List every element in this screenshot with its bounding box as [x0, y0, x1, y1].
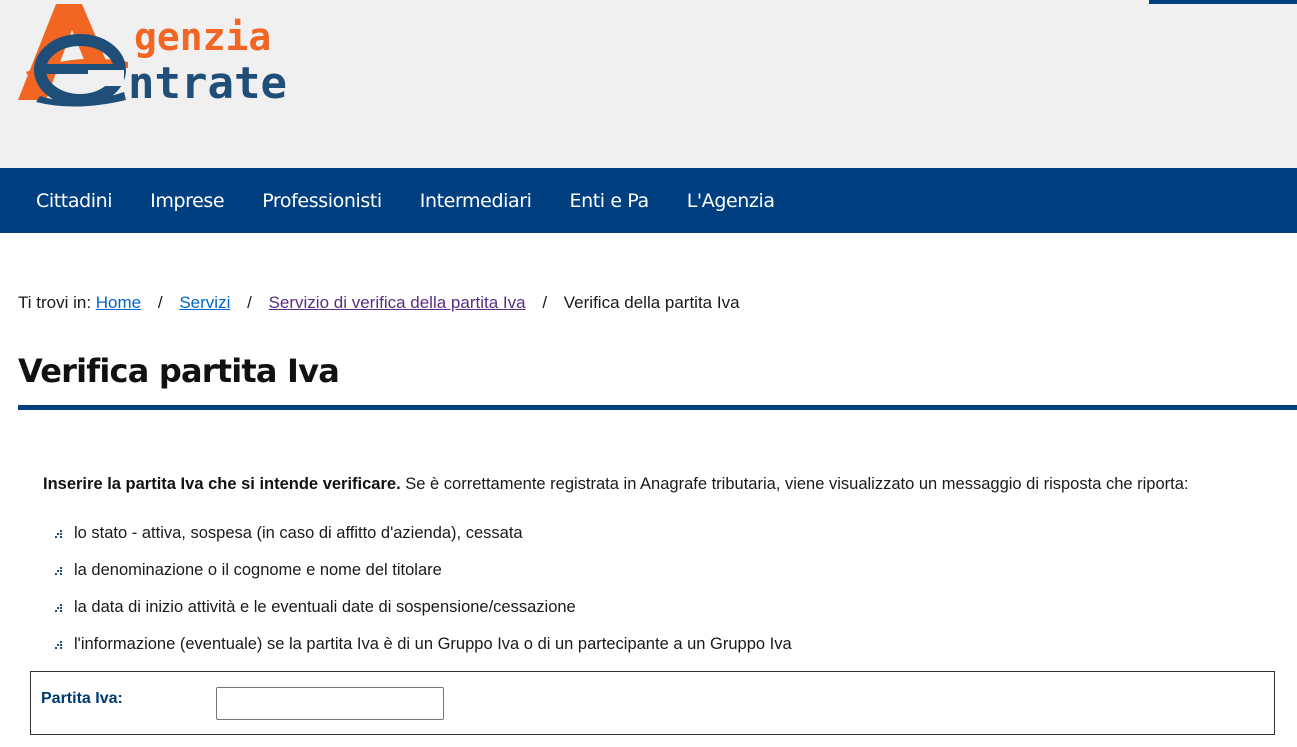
- nav-item-cittadini[interactable]: Cittadini: [36, 190, 113, 212]
- dots-bullet-icon: [55, 561, 74, 575]
- list-item-text: lo stato - attiva, sospesa (in caso di a…: [74, 524, 523, 542]
- nav-list: Cittadini Imprese Professionisti Interme…: [0, 168, 1297, 233]
- agenzia-entrate-logo[interactable]: genzia ntrate: [16, 4, 346, 109]
- list-item: l'informazione (eventuale) se la partita…: [55, 635, 792, 672]
- breadcrumb-current: Verifica della partita Iva: [563, 293, 740, 312]
- logo-text-bottom: ntrate: [128, 58, 287, 108]
- dots-bullet-icon: [55, 524, 74, 538]
- intro-rest: Se è correttamente registrata in Anagraf…: [400, 475, 1189, 493]
- nav-item-enti-e-pa[interactable]: Enti e Pa: [570, 190, 650, 212]
- logo-text-top: genzia: [134, 15, 271, 59]
- list-item: la denominazione o il cognome e nome del…: [55, 561, 792, 598]
- intro-bold: Inserire la partita Iva che si intende v…: [43, 475, 401, 493]
- breadcrumb-link-home[interactable]: Home: [96, 293, 141, 312]
- nav-item-intermediari[interactable]: Intermediari: [420, 190, 532, 212]
- page-title: Verifica partita Iva: [18, 352, 340, 390]
- nav-item-professionisti[interactable]: Professionisti: [262, 190, 382, 212]
- partita-iva-form: Partita Iva:: [30, 671, 1275, 735]
- breadcrumb-link-servizi[interactable]: Servizi: [179, 293, 230, 312]
- dots-bullet-icon: [55, 598, 74, 612]
- list-item-text: la denominazione o il cognome e nome del…: [74, 561, 442, 579]
- breadcrumb-prefix: Ti trovi in:: [18, 293, 92, 312]
- nav-item-agenzia[interactable]: L'Agenzia: [687, 190, 775, 212]
- list-item: lo stato - attiva, sospesa (in caso di a…: [55, 524, 792, 561]
- intro-text: Inserire la partita Iva che si intende v…: [43, 475, 1189, 494]
- list-item: la data di inizio attività e le eventual…: [55, 598, 792, 635]
- list-item-text: l'informazione (eventuale) se la partita…: [74, 635, 792, 653]
- info-list: lo stato - attiva, sospesa (in caso di a…: [55, 524, 792, 672]
- dots-bullet-icon: [55, 635, 74, 649]
- site-header: genzia ntrate: [0, 0, 1297, 168]
- list-item-text: la data di inizio attività e le eventual…: [74, 598, 576, 616]
- breadcrumb-separator: /: [247, 293, 252, 312]
- title-underline: [18, 405, 1297, 410]
- breadcrumb-separator: /: [157, 293, 163, 312]
- breadcrumb-link-servizio-verifica[interactable]: Servizio di verifica della partita Iva: [269, 293, 526, 312]
- partita-iva-input[interactable]: [216, 687, 444, 720]
- breadcrumb: Ti trovi in: Home / Servizi / Servizio d…: [18, 293, 740, 313]
- header-accent-line: [1149, 0, 1297, 4]
- main-navigation: Cittadini Imprese Professionisti Interme…: [0, 168, 1297, 233]
- partita-iva-label: Partita Iva:: [41, 690, 123, 707]
- nav-item-imprese[interactable]: Imprese: [150, 190, 224, 212]
- breadcrumb-separator: /: [542, 293, 548, 312]
